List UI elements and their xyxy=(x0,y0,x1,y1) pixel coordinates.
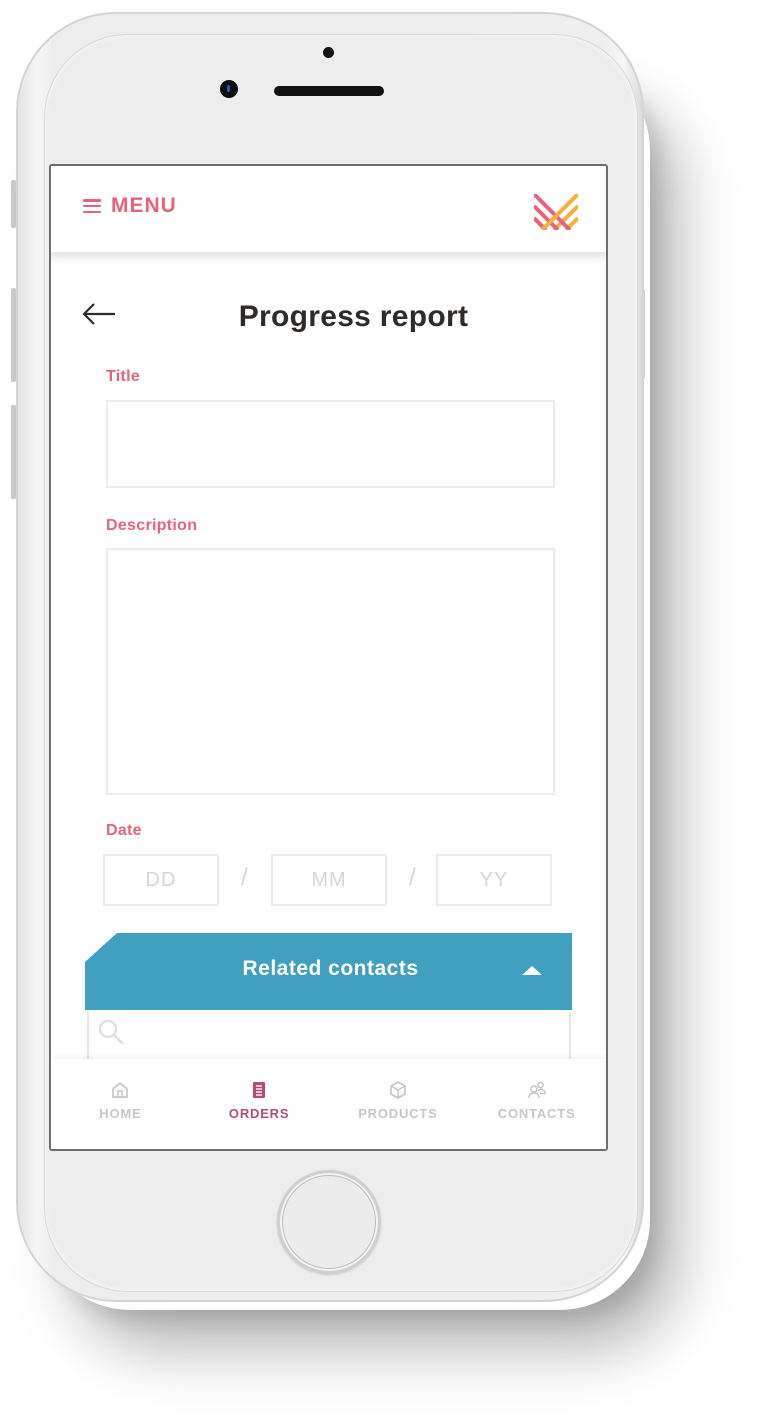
description-label: Description xyxy=(106,517,198,534)
date-year-input[interactable]: YY xyxy=(436,854,552,906)
description-textarea[interactable] xyxy=(106,548,555,795)
caret-up-icon xyxy=(522,966,542,975)
date-label: Date xyxy=(106,822,142,839)
document-icon xyxy=(253,1082,266,1098)
nav-label-products: PRODUCTS xyxy=(358,1106,438,1121)
date-separator: / xyxy=(409,864,416,891)
hamburger-icon xyxy=(83,199,101,213)
nav-item-products[interactable]: PRODUCTS xyxy=(329,1059,468,1149)
search-icon xyxy=(98,1019,124,1045)
date-day-input[interactable]: DD xyxy=(103,854,219,906)
title-label: Title xyxy=(106,368,141,385)
menu-label: MENU xyxy=(111,194,177,217)
home-icon xyxy=(112,1082,129,1098)
menu-button[interactable]: MENU xyxy=(83,194,177,218)
related-contacts-title: Related contacts xyxy=(242,957,419,980)
phone-screen: MENU Progress report Title Description D… xyxy=(49,164,608,1151)
front-camera-icon xyxy=(220,80,238,98)
people-icon xyxy=(527,1081,546,1099)
proximity-sensor xyxy=(323,47,334,58)
app-header: MENU xyxy=(51,166,606,252)
logo-icon[interactable] xyxy=(534,194,578,230)
nav-item-home[interactable]: HOME xyxy=(51,1059,190,1149)
page-title: Progress report xyxy=(238,300,469,333)
date-month-input[interactable]: MM xyxy=(271,854,387,906)
nav-item-orders[interactable]: ORDERS xyxy=(190,1059,329,1149)
date-separator: / xyxy=(241,864,248,891)
nav-label-home: HOME xyxy=(99,1106,142,1121)
nav-label-orders: ORDERS xyxy=(228,1106,290,1121)
form-content: Progress report Title Description Date D… xyxy=(51,252,606,1082)
related-contacts-toggle[interactable]: Related contacts xyxy=(85,933,572,1010)
bottom-nav: HOME ORDERS PRODUCTS CONTACTS xyxy=(51,1059,606,1149)
nav-item-contacts[interactable]: CONTACTS xyxy=(467,1059,606,1149)
home-button[interactable] xyxy=(277,1170,381,1274)
nav-label-contacts: CONTACTS xyxy=(497,1106,576,1121)
earpiece-speaker xyxy=(274,86,384,96)
box-icon xyxy=(390,1081,406,1099)
title-input[interactable] xyxy=(106,400,555,488)
